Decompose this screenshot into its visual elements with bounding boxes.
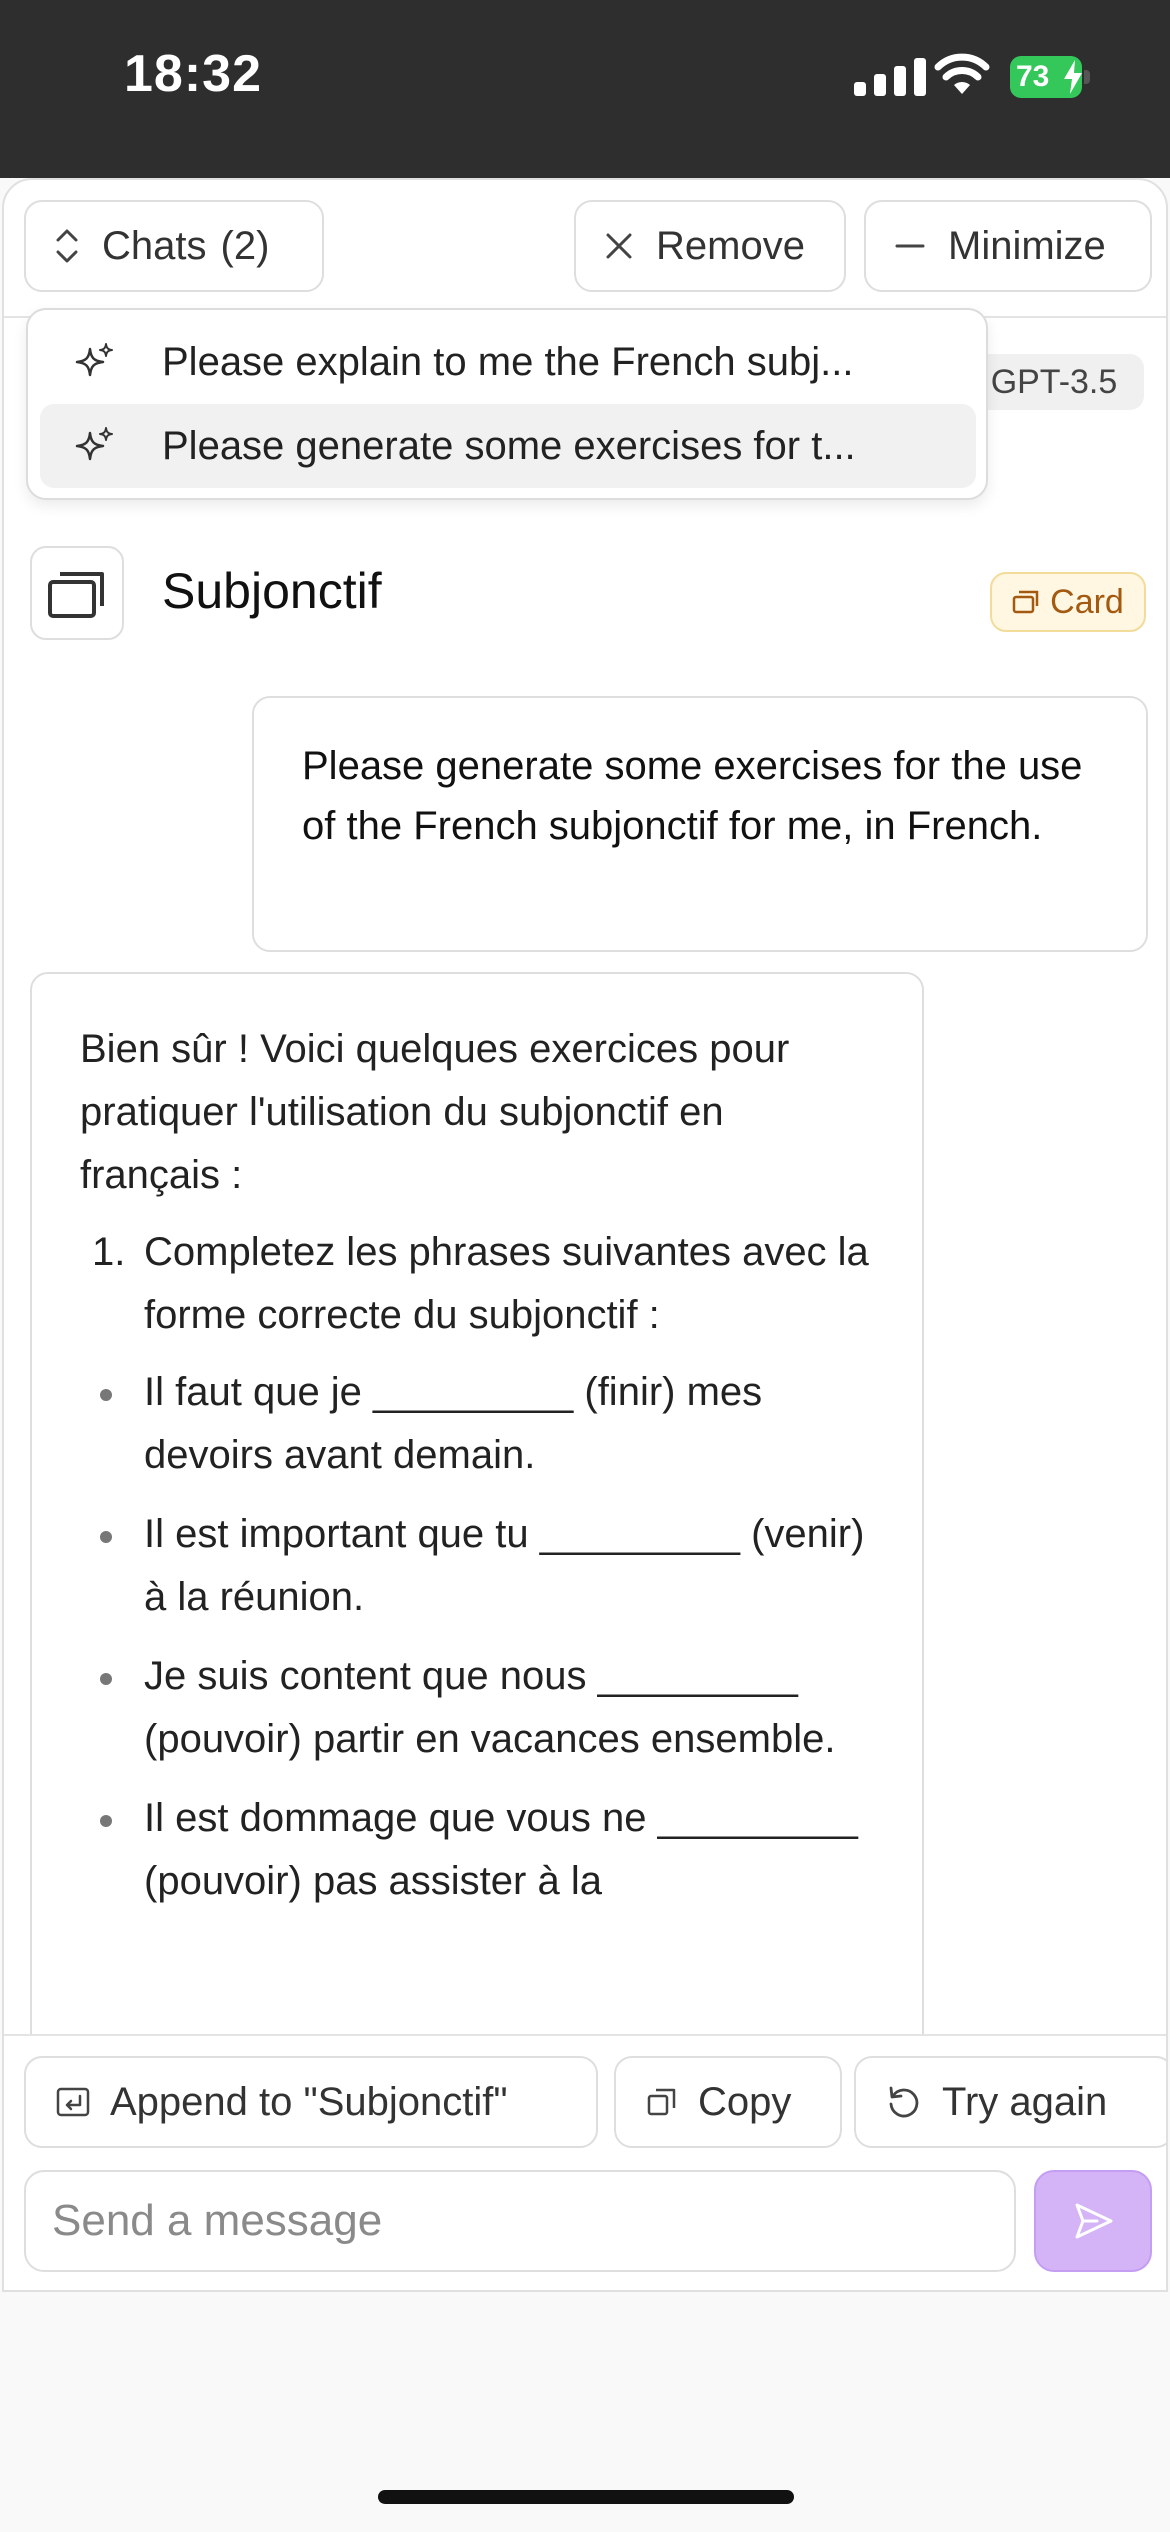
minimize-label: Minimize: [948, 223, 1106, 268]
chat-panel: Chats (2) Remove Minimize GPT-3.5 Please…: [2, 178, 1168, 2292]
card-title: Subjonctif: [162, 563, 382, 619]
chats-selector-button[interactable]: Chats (2): [24, 200, 324, 292]
sparkles-icon: [75, 343, 113, 377]
list-item: Il est important que tu _________ (venir…: [80, 1503, 874, 1629]
numbered-list: Completez les phrases suivantes avec la …: [80, 1221, 874, 1347]
remove-label: Remove: [656, 223, 805, 268]
sparkles-icon: [75, 427, 113, 461]
chat-menu-item-label: Please explain to me the French subj...: [162, 339, 854, 384]
send-icon: [1075, 2203, 1113, 2239]
chat-menu-item-active[interactable]: Please generate some exercises for t...: [40, 404, 976, 488]
minus-icon: [895, 244, 925, 248]
card-badge-label: Card: [1050, 582, 1124, 621]
card-icon-button[interactable]: [30, 546, 124, 640]
charging-bolt-icon: [1064, 60, 1082, 94]
bullet-list: Il faut que je _________ (finir) mes dev…: [80, 1361, 874, 1913]
list-item: Il faut que je _________ (finir) mes dev…: [80, 1361, 874, 1487]
status-bar: 18:32 73: [0, 0, 1170, 178]
numbered-item: Completez les phrases suivantes avec la …: [80, 1221, 874, 1347]
chat-menu-item-label: Please generate some exercises for t...: [162, 423, 856, 468]
wifi-icon: [934, 53, 990, 94]
chats-count: (2): [220, 223, 270, 268]
card-icon: [1012, 590, 1039, 614]
close-icon: [606, 233, 632, 259]
card-stack-icon: [48, 572, 104, 618]
copy-label: Copy: [698, 2079, 792, 2124]
status-time: 18:32: [124, 45, 262, 103]
remove-button[interactable]: Remove: [574, 200, 846, 292]
list-item: Il est dommage que vous ne _________ (po…: [80, 1787, 874, 1913]
chat-menu-item[interactable]: Please explain to me the French subj...: [40, 320, 976, 404]
message-input[interactable]: [24, 2170, 1016, 2272]
card-badge[interactable]: Card: [990, 572, 1146, 632]
composer-area: Append to "Subjonctif" Copy Try again: [4, 2034, 1166, 2290]
append-label: Append to "Subjonctif": [110, 2079, 508, 2124]
copy-icon: [647, 2088, 676, 2116]
chats-label: Chats: [102, 223, 207, 268]
home-indicator[interactable]: [378, 2490, 794, 2504]
enter-key-icon: [56, 2087, 90, 2117]
append-to-card-button[interactable]: Append to "Subjonctif": [24, 2056, 598, 2148]
panel-toolbar: Chats (2) Remove Minimize: [4, 180, 1166, 318]
model-badge: GPT-3.5: [964, 354, 1144, 410]
minimize-button[interactable]: Minimize: [864, 200, 1152, 292]
rotate-ccw-icon: [889, 2086, 919, 2118]
assistant-intro: Bien sûr ! Voici quelques exercices pour…: [80, 1027, 790, 1197]
send-button[interactable]: [1034, 2170, 1152, 2272]
chats-dropdown-menu: Please explain to me the French subj... …: [26, 308, 988, 500]
user-message: Please generate some exercises for the u…: [252, 696, 1148, 952]
cellular-signal-icon: [854, 56, 926, 96]
try-again-label: Try again: [942, 2079, 1108, 2124]
battery-level: 73: [1016, 60, 1050, 93]
copy-button[interactable]: Copy: [614, 2056, 842, 2148]
battery-icon: 73: [1010, 56, 1090, 98]
try-again-button[interactable]: Try again: [854, 2056, 1166, 2148]
list-item: Je suis content que nous _________ (pouv…: [80, 1645, 874, 1771]
user-message-text: Please generate some exercises for the u…: [302, 744, 1083, 848]
chevron-up-down-icon: [56, 229, 78, 263]
